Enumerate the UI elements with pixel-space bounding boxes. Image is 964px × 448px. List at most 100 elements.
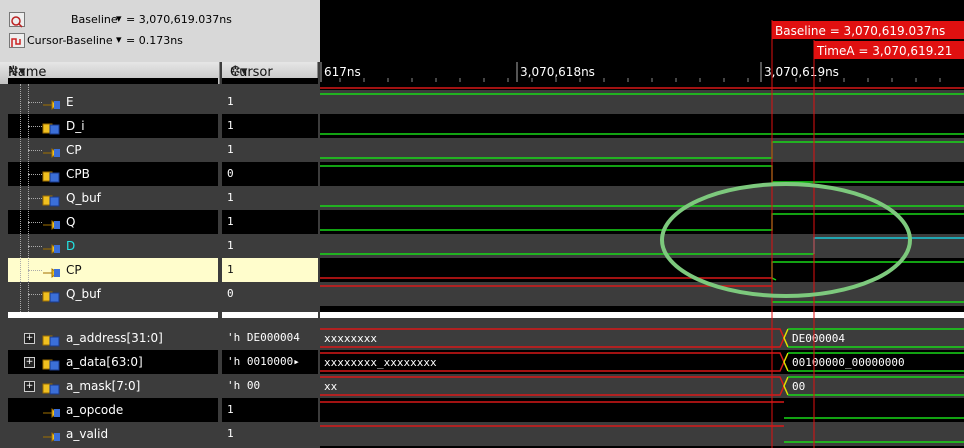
tree-line <box>20 84 22 312</box>
signal-name-label[interactable]: Q_buf <box>66 191 101 205</box>
bus-value-label: xx <box>324 380 338 393</box>
row-background <box>222 422 318 446</box>
row-background <box>8 318 218 326</box>
waveform-canvas[interactable]: 617ns 3,070,618ns 3,070,619ns xxxxxxxx DE000… <box>320 0 964 448</box>
ruler-tick-label: 617ns <box>324 65 361 79</box>
tree-connector <box>28 126 42 128</box>
delta-dropdown-icon[interactable]: ▾ <box>116 33 122 46</box>
bus-value-label: 00100000_00000000 <box>792 356 905 369</box>
cursor-value: 0 <box>227 167 234 180</box>
cursor-value: 1 <box>227 95 234 108</box>
signal-name-label[interactable]: Q_buf <box>66 287 101 301</box>
bus-value-label: xxxxxxxx <box>324 332 377 345</box>
toolbar: Baseline ▾ = 3,070,619.037ns Cursor-Base… <box>0 0 320 62</box>
arrow-in-icon <box>42 144 60 158</box>
bus-name-label[interactable]: a_opcode <box>66 403 123 417</box>
arrow-out-icon <box>42 216 60 230</box>
cursor-value: 'h DE000004 <box>227 331 300 344</box>
signal-name-label[interactable]: CP <box>66 263 82 277</box>
tree-line <box>28 84 30 312</box>
cursor-value: 1 <box>227 191 234 204</box>
delta-icon[interactable] <box>9 33 25 48</box>
wire-icon <box>42 192 60 207</box>
delta-value: = 0.173ns <box>126 34 183 47</box>
bus-name-label[interactable]: a_mask[7:0] <box>66 379 140 393</box>
tree-connector <box>28 174 42 176</box>
row-background <box>222 282 318 306</box>
bus-value-label: DE000004 <box>792 332 845 345</box>
bus-icon <box>42 332 60 347</box>
gear-icon[interactable]: ✲▾ <box>8 64 213 79</box>
group-separator <box>320 312 964 318</box>
arrow-in-icon <box>42 96 60 110</box>
cursor-value: 1 <box>227 403 234 416</box>
cursor-value: 1 <box>227 239 234 252</box>
cursor-value-list: 1 1 1 0 1 1 1 1 0 'h DE000004 'h 0010000▸ 'h 00 1 1 <box>222 78 318 448</box>
bus-value-label: 00 <box>792 380 805 393</box>
row-background <box>8 422 218 446</box>
row-background <box>8 78 218 84</box>
wave-row-background <box>320 84 964 90</box>
signal-name-label[interactable]: D <box>66 239 75 253</box>
row-background <box>222 210 318 234</box>
tree-connector <box>28 270 42 272</box>
bus-value-label: xxxxxxxx_xxxxxxxx <box>324 356 437 369</box>
tree-connector <box>28 222 42 224</box>
cursor-value: 1 <box>227 427 234 440</box>
baseline-dropdown-icon[interactable]: ▾ <box>116 12 122 25</box>
delta-label: Cursor-Baseline <box>27 34 113 47</box>
baseline-value: = 3,070,619.037ns <box>126 13 232 26</box>
cursor-value: 'h 00 <box>227 379 261 392</box>
signal-name-label[interactable]: CPB <box>66 167 90 181</box>
wire-icon <box>42 120 60 135</box>
gear-icon[interactable]: ✲▾ <box>230 64 311 79</box>
cursor-value: 1 <box>227 143 234 156</box>
wave-row-background <box>320 318 964 326</box>
expand-icon[interactable]: + <box>24 357 35 368</box>
expand-icon[interactable]: + <box>24 381 35 392</box>
wire-icon <box>42 168 60 183</box>
signal-name-label[interactable]: D_i <box>66 119 85 133</box>
cursor-value: 1 <box>227 215 234 228</box>
signal-name-label[interactable]: Q <box>66 215 75 229</box>
row-background <box>222 162 318 186</box>
signal-name-label[interactable]: E <box>66 95 74 109</box>
bus-name-label[interactable]: a_address[31:0] <box>66 331 163 345</box>
bus-icon <box>42 356 60 371</box>
cursor-value: 0 <box>227 287 234 300</box>
tree-connector <box>28 246 42 248</box>
signal-panel: Baseline ▾ = 3,070,619.037ns Cursor-Base… <box>0 0 320 448</box>
cursor-value: 1 <box>227 263 234 276</box>
row-background <box>222 138 318 162</box>
tree-connector <box>28 198 42 200</box>
bus-icon <box>42 380 60 395</box>
ruler-tick-label: 3,070,618ns <box>520 65 595 79</box>
ruler-tick-label: 3,070,619ns <box>764 65 839 79</box>
baseline-marker-label: Baseline = 3,070,619.037ns <box>775 24 945 38</box>
bus-name-label[interactable]: a_valid <box>66 427 108 441</box>
signal-name-label[interactable]: CP <box>66 143 82 157</box>
timeline-ruler <box>320 62 964 84</box>
row-background <box>222 78 318 84</box>
tree-connector <box>28 150 42 152</box>
bus-name-label[interactable]: a_data[63:0] <box>66 355 143 369</box>
tree-connector <box>28 102 42 104</box>
row-background <box>222 258 318 282</box>
row-background <box>222 398 318 422</box>
wire-icon <box>42 288 60 303</box>
zoom-icon[interactable] <box>9 12 25 28</box>
cursor-value: 1 <box>227 119 234 132</box>
baseline-label: Baseline <box>71 13 118 26</box>
row-background <box>222 234 318 258</box>
arrow-in-icon <box>42 404 60 418</box>
row-background <box>222 90 318 114</box>
cursor-value: 'h 0010000▸ <box>227 355 300 368</box>
tree-connector <box>28 294 42 296</box>
row-background <box>222 114 318 138</box>
arrow-in-icon <box>42 264 60 278</box>
expand-icon[interactable]: + <box>24 333 35 344</box>
timea-marker-label: TimeA = 3,070,619.21 <box>816 44 952 58</box>
arrow-in-icon <box>42 428 60 442</box>
row-background <box>222 318 318 326</box>
signal-name-list: E D_i CP CPB Q_buf Q D CP Q_buf + a_address[31:0] +… <box>8 78 218 448</box>
